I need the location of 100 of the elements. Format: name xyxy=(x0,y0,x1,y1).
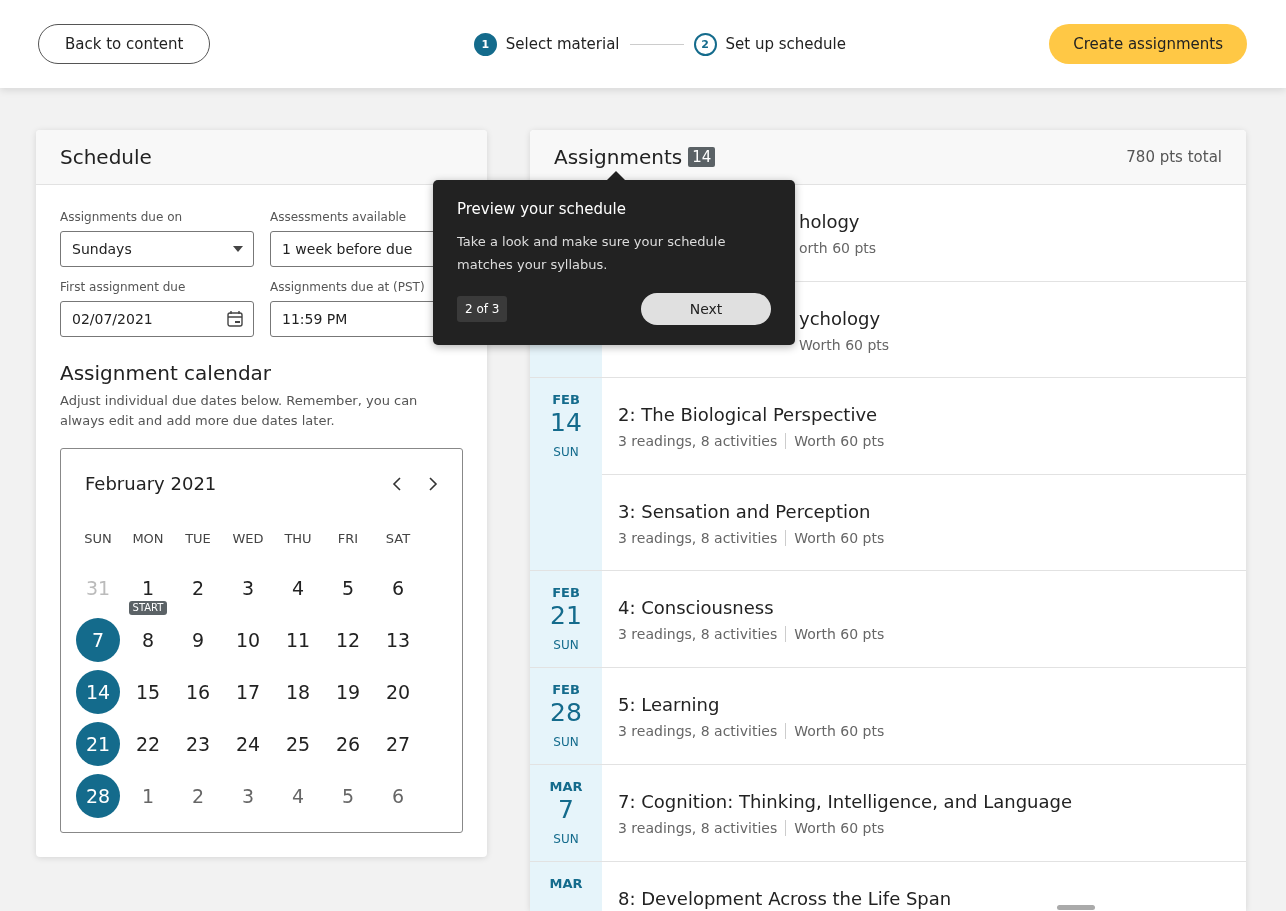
calendar-day[interactable]: 1 xyxy=(141,576,155,600)
calendar-hint: Adjust individual due dates below. Remember, you can always edit and add more due dates later. xyxy=(60,392,419,430)
calendar-day[interactable]: 15 xyxy=(135,680,161,704)
date-day: 7 xyxy=(558,794,574,826)
weekday-label: SAT xyxy=(384,530,412,548)
field-label: Assignments due at (PST) xyxy=(270,280,426,294)
step-label: Select material xyxy=(505,35,620,53)
assignment-title[interactable]: 2: The Biological Perspective xyxy=(618,404,1246,425)
section-title: Assignment calendar xyxy=(60,361,273,385)
assignment-detail: 3 readings, 8 activities xyxy=(618,820,779,836)
weekday-label: THU xyxy=(283,530,313,548)
weekday-label: SUN xyxy=(83,530,113,548)
date-weekday: SUN xyxy=(553,735,579,749)
assignment-title[interactable]: 5: Learning xyxy=(618,694,1246,715)
calendar-day[interactable]: 1 xyxy=(141,784,155,808)
date-day: 14 xyxy=(550,407,582,439)
assignment-detail: 3 readings, 8 activities xyxy=(618,723,779,739)
weekday-label: MON xyxy=(131,530,165,548)
calendar-day[interactable]: 6 xyxy=(391,576,405,600)
assignment-detail: 3 readings, 8 activities xyxy=(618,626,779,642)
calendar-day[interactable]: 2 xyxy=(191,576,205,600)
assignment-detail: 3 readings, 8 activities xyxy=(618,530,779,546)
card-title: Assignments xyxy=(554,145,683,169)
weekday-label: FRI xyxy=(336,530,360,548)
calendar-day[interactable]: 12 xyxy=(335,628,361,652)
step-label: Set up schedule xyxy=(725,35,846,53)
next-icon[interactable] xyxy=(426,476,438,491)
calendar-day[interactable]: 14 xyxy=(76,670,120,714)
calendar-day[interactable]: 22 xyxy=(135,732,161,756)
calendar-day[interactable]: 27 xyxy=(385,732,411,756)
calendar-day[interactable]: 24 xyxy=(235,732,261,756)
calendar-day[interactable]: 16 xyxy=(185,680,211,704)
step-number: 2 xyxy=(693,32,717,56)
calendar-day[interactable]: 11 xyxy=(285,628,311,652)
assignment-detail: Worth 60 pts xyxy=(785,530,893,546)
assignment-detail: Worth 60 pts xyxy=(785,820,893,836)
date-month: MAR xyxy=(549,876,583,891)
start-badge: START xyxy=(128,601,168,615)
calendar-day[interactable]: 10 xyxy=(235,628,261,652)
field-label: Assessments available xyxy=(270,210,408,224)
calendar-icon xyxy=(227,311,243,327)
date-month: FEB xyxy=(552,682,580,697)
step-number: 1 xyxy=(473,32,497,56)
calendar-day[interactable]: 7 xyxy=(76,618,120,662)
calendar-day[interactable]: 4 xyxy=(291,784,305,808)
assignment-detail: Worth 60 pts xyxy=(785,626,893,642)
previous-icon[interactable] xyxy=(392,476,404,491)
date-weekday: SUN xyxy=(553,832,579,846)
select-field[interactable]: Sundays xyxy=(60,231,254,267)
assignment-title[interactable]: 7: Cognition: Thinking, Intelligence, and Language xyxy=(618,791,1246,812)
date-month: MAR xyxy=(549,779,583,794)
assignment-title[interactable]: 4: Consciousness xyxy=(618,597,1246,618)
calendar-day[interactable]: 20 xyxy=(385,680,411,704)
scrollbar-thumb[interactable] xyxy=(1057,905,1095,910)
calendar-day[interactable]: 17 xyxy=(235,680,261,704)
weekday-label: WED xyxy=(231,530,265,548)
calendar-day[interactable]: 5 xyxy=(341,784,355,808)
assignment-detail: Worth 60 pts xyxy=(799,337,891,353)
next-button[interactable]: Next xyxy=(641,293,771,325)
back-button[interactable]: Back to content xyxy=(38,24,211,64)
calendar-day[interactable]: 2 xyxy=(191,784,205,808)
calendar-day[interactable]: 13 xyxy=(385,628,411,652)
calendar-day[interactable]: 26 xyxy=(335,732,361,756)
calendar-day[interactable]: 25 xyxy=(285,732,311,756)
input-field[interactable]: 02/07/2021 xyxy=(60,301,254,337)
calendar-day[interactable]: 23 xyxy=(185,732,211,756)
calendar-day[interactable]: 3 xyxy=(241,784,255,808)
assignment-title[interactable]: 8: Development Across the Life Span xyxy=(618,888,1246,909)
create-assignments-button[interactable]: Create assignments xyxy=(1049,24,1247,64)
calendar-day[interactable]: 28 xyxy=(76,774,120,818)
calendar-day[interactable]: 8 xyxy=(141,628,155,652)
step-counter: 2 of 3 xyxy=(457,296,508,322)
calendar-day[interactable]: 18 xyxy=(285,680,311,704)
calendar-day[interactable]: 9 xyxy=(191,628,205,652)
calendar-day[interactable]: 5 xyxy=(341,576,355,600)
calendar-day[interactable]: 3 xyxy=(241,576,255,600)
date-day: 21 xyxy=(550,600,582,632)
date-weekday: SUN xyxy=(553,445,579,459)
assignment-detail: 3 readings, 8 activities xyxy=(618,433,779,449)
date-month: FEB xyxy=(552,392,580,407)
date-day: 28 xyxy=(550,697,582,729)
points-total: 780 pts total xyxy=(1126,148,1222,166)
date-weekday: SUN xyxy=(553,638,579,652)
tooltip-title: Preview your schedule xyxy=(457,200,627,218)
field-label: Assignments due on xyxy=(60,210,184,224)
assignment-detail: orth 60 pts xyxy=(799,240,878,256)
card-title: Schedule xyxy=(60,145,152,169)
calendar-day[interactable]: 4 xyxy=(291,576,305,600)
assignment-detail: Worth 60 pts xyxy=(785,433,893,449)
month-title: February 2021 xyxy=(85,473,217,494)
weekday-label: TUE xyxy=(184,530,212,548)
calendar-day[interactable]: 19 xyxy=(335,680,361,704)
date-month: FEB xyxy=(552,585,580,600)
calendar-day[interactable]: 21 xyxy=(76,722,120,766)
assignment-title[interactable]: 3: Sensation and Perception xyxy=(618,501,1246,522)
calendar-day[interactable]: 6 xyxy=(391,784,405,808)
assignment-title[interactable]: hology xyxy=(799,211,1246,232)
count-badge: 14 xyxy=(688,147,716,167)
assignment-title[interactable]: ychology xyxy=(799,308,1246,329)
field-label: First assignment due xyxy=(60,280,187,294)
